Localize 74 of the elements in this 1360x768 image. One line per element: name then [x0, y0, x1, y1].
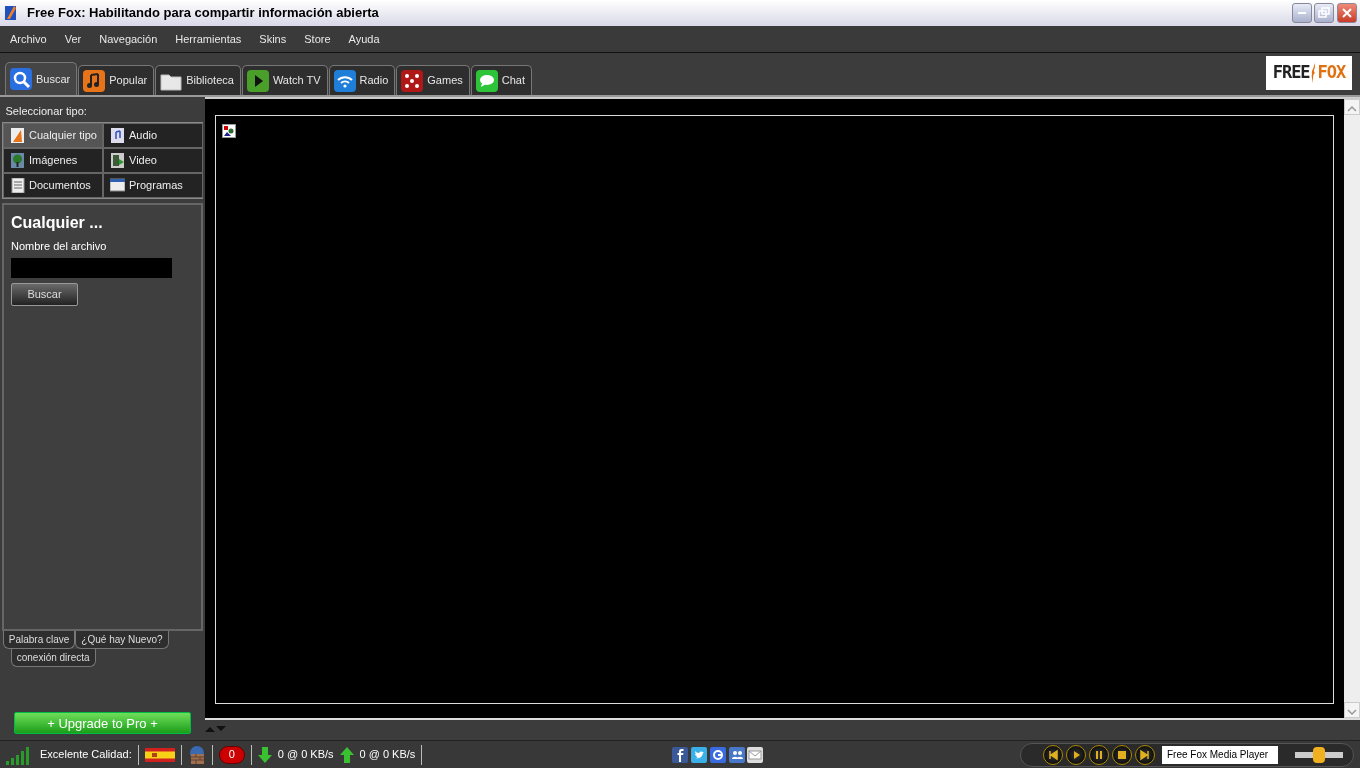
upload-rate: 0 @ 0 KB/s [359, 747, 416, 763]
file-name-field[interactable] [11, 258, 172, 278]
field-label: Nombre del archivo [11, 238, 108, 254]
search-title: Cualquier ... [11, 212, 104, 233]
restore-button[interactable] [1314, 3, 1335, 23]
broken-image-icon [222, 124, 236, 139]
tab[interactable]: Biblioteca [155, 65, 241, 95]
download-arrow-icon [257, 746, 272, 763]
facebook-icon [672, 746, 689, 763]
mail-icon [747, 746, 764, 763]
next-icon [1139, 748, 1151, 761]
wifi-icon [333, 69, 356, 92]
play-icon [246, 69, 269, 92]
pause-icon [1093, 748, 1105, 761]
tab[interactable]: Buscar [5, 62, 78, 95]
window-icon [110, 177, 125, 193]
flame-icon [1309, 62, 1318, 84]
close-icon [1341, 7, 1353, 19]
tab[interactable]: Games [396, 65, 470, 95]
tree-icon [10, 152, 25, 168]
next-button[interactable] [1135, 744, 1155, 765]
type-heading: Seleccionar tipo: [4, 103, 88, 119]
upload-arrow-icon [339, 746, 354, 763]
menu-item[interactable]: Store [304, 30, 331, 48]
menu-item[interactable]: Skins [259, 30, 287, 48]
menu-item[interactable]: Navegación [99, 30, 158, 48]
music-note-icon [83, 69, 106, 92]
volume-thumb[interactable] [1313, 746, 1325, 763]
tab[interactable]: Popular [78, 65, 155, 95]
alert-count: 0 [218, 745, 245, 764]
logo: FREE FOX [1266, 56, 1352, 90]
document-icon [10, 127, 25, 143]
type-option[interactable]: Imágenes [3, 147, 103, 173]
dice-icon [401, 69, 424, 92]
app-icon [3, 4, 19, 22]
download-rate: 0 @ 0 KB/s [277, 747, 334, 763]
type-option[interactable]: Programas [103, 172, 203, 198]
restore-icon [1318, 7, 1331, 19]
minimize-button[interactable] [1291, 3, 1312, 23]
minimize-icon [1297, 12, 1306, 14]
type-option[interactable]: Cualquier tipo [3, 122, 103, 148]
player-title: Free Fox Media Player [1162, 745, 1278, 764]
play-button[interactable] [1066, 744, 1086, 765]
type-option[interactable]: Documentos [3, 172, 103, 198]
pause-button[interactable] [1089, 744, 1109, 765]
menu-item[interactable]: Herramientas [175, 30, 242, 48]
previous-icon [1047, 748, 1059, 761]
twitter-icon [691, 746, 708, 763]
menu-item[interactable]: Archivo [10, 30, 47, 48]
messenger-icon [728, 746, 745, 763]
google-icon [709, 746, 726, 763]
tab[interactable]: conexión directa [10, 648, 96, 667]
tab[interactable]: Watch TV [241, 65, 328, 95]
tab[interactable]: Chat [470, 65, 533, 95]
window-title: Free Fox: Habilitando para compartir información abierta [27, 4, 379, 23]
splitter-arrows-icon [205, 726, 227, 733]
chat-bubble-icon [475, 69, 498, 92]
stop-icon [1116, 748, 1128, 761]
menu-item[interactable]: Ayuda [348, 30, 380, 48]
close-button[interactable] [1337, 3, 1357, 23]
music-file-icon [110, 127, 125, 143]
text-document-icon [10, 177, 25, 193]
type-option[interactable]: Video [103, 147, 203, 173]
tab[interactable]: Radio [328, 65, 396, 95]
globe-wall-icon [187, 744, 206, 765]
type-option[interactable]: Audio [103, 122, 203, 148]
quality-label: Excelente Calidad: [40, 747, 132, 763]
search-button[interactable]: Buscar [11, 283, 78, 306]
film-icon [110, 152, 125, 168]
flag-icon [144, 747, 175, 762]
menu-item[interactable]: Ver [64, 30, 82, 48]
previous-button[interactable] [1043, 744, 1063, 765]
stop-button[interactable] [1112, 744, 1132, 765]
search-icon [10, 68, 32, 90]
